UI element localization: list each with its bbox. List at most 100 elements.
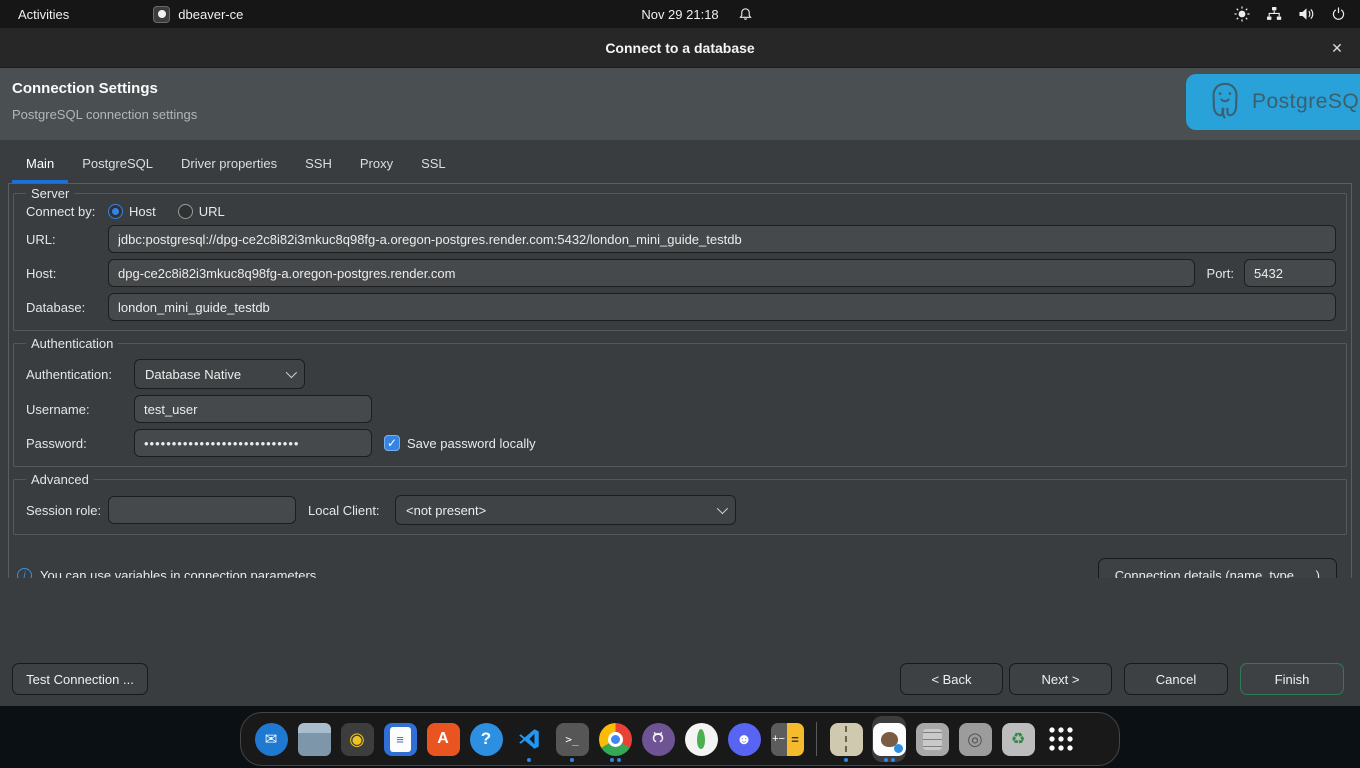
authentication-select[interactable]: Database Native [134,359,305,389]
authentication-group: Authentication Authentication: Database … [13,336,1347,467]
dialog-footer: Test Connection ... < Back Next > Cancel… [0,662,1360,696]
database-input[interactable] [108,293,1336,321]
dock-thunderbird-icon[interactable]: ✉ [254,716,288,762]
local-client-select[interactable]: <not present> [395,495,736,525]
url-row: URL: [26,225,1336,253]
hint-row: i You can use variables in connection pa… [17,558,1343,578]
advanced-group: Advanced Session role: Local Client: <no… [13,472,1347,535]
url-input[interactable] [108,225,1336,253]
hint-text: You can use variables in connection para… [40,568,316,579]
notification-bell-icon[interactable] [738,6,753,22]
dock-chrome-icon[interactable] [598,716,632,762]
volume-icon[interactable] [1298,6,1315,22]
next-button[interactable]: Next > [1009,663,1112,695]
dock-separator [816,722,817,756]
password-label: Password: [26,436,134,451]
dialog-titlebar[interactable]: Connect to a database ✕ [0,28,1360,68]
radio-host-label[interactable]: Host [129,204,156,219]
dock-rhythmbox-icon[interactable]: ◉ [340,716,374,762]
connection-details-button[interactable]: Connection details (name, type, ... ) [1098,558,1337,578]
password-input[interactable] [134,429,372,457]
chevron-down-icon [286,367,297,378]
password-row: Password: ✓ Save password locally [26,429,1336,457]
dock-terminal-icon[interactable]: >_ [555,716,589,762]
network-icon[interactable] [1266,6,1282,22]
port-label: Port: [1207,266,1234,281]
authentication-selected-value: Database Native [145,367,278,382]
radio-url-label[interactable]: URL [199,204,225,219]
test-connection-button[interactable]: Test Connection ... [12,663,148,695]
tab-main[interactable]: Main [12,146,68,183]
dock-app-grid-icon[interactable] [1044,716,1078,762]
dock-mongodb-compass-icon[interactable] [684,716,718,762]
dialog-title: Connect to a database [605,40,754,56]
focused-app-name: dbeaver-ce [178,7,243,22]
dbeaver-app-icon [153,6,170,23]
dock-github-desktop-icon[interactable] [641,716,675,762]
tab-proxy[interactable]: Proxy [346,146,407,183]
port-input[interactable] [1244,259,1336,287]
tab-driver-properties[interactable]: Driver properties [167,146,291,183]
dock-files-icon[interactable] [297,716,331,762]
cancel-button[interactable]: Cancel [1124,663,1228,695]
dock-preferences-icon[interactable] [915,716,949,762]
advanced-group-legend: Advanced [26,472,94,487]
dock-calculator-icon[interactable]: +−= [770,716,804,762]
gnome-top-bar: Activities dbeaver-ce Nov 29 21:18 [0,0,1360,28]
dock-ubuntu-software-icon[interactable]: A [426,716,460,762]
auth-method-row: Authentication: Database Native [26,359,1336,389]
authentication-label: Authentication: [26,367,134,382]
server-group-legend: Server [26,186,74,201]
dock-disks-icon[interactable]: ◎ [958,716,992,762]
info-icon: i [17,568,32,579]
page-title: Connection Settings [12,80,158,97]
host-label: Host: [26,266,108,281]
save-password-checkbox[interactable]: ✓ [384,435,400,451]
database-label: Database: [26,300,108,315]
tab-ssh[interactable]: SSH [291,146,346,183]
url-label: URL: [26,232,108,247]
tab-ssl[interactable]: SSL [407,146,460,183]
dock: ✉ ◉ ≡ A ? >_ ☻ +−= ◎ ♻ [240,712,1120,766]
screen: Activities dbeaver-ce Nov 29 21:18 [0,0,1360,768]
settings-tabs: Main PostgreSQL Driver properties SSH Pr… [0,140,1360,183]
dock-libreoffice-writer-icon[interactable]: ≡ [383,716,417,762]
radio-host[interactable] [108,204,123,219]
power-icon[interactable] [1331,6,1346,22]
host-row: Host: Port: [26,259,1336,287]
desktop-strip: ✉ ◉ ≡ A ? >_ ☻ +−= ◎ ♻ [0,706,1360,768]
dock-vscode-icon[interactable] [512,716,546,762]
dock-trash-icon[interactable]: ♻ [1001,716,1035,762]
brightness-icon[interactable] [1234,6,1250,22]
local-client-label: Local Client: [308,503,395,518]
close-icon[interactable]: ✕ [1326,37,1348,59]
dock-archive-manager-icon[interactable] [829,716,863,762]
activities-button[interactable]: Activities [18,7,69,22]
check-icon: ✓ [387,436,397,450]
page-subtitle: PostgreSQL connection settings [12,107,197,122]
server-group: Server Connect by: Host URL URL: Host: P… [13,186,1347,331]
dock-help-icon[interactable]: ? [469,716,503,762]
focused-app-menu[interactable]: dbeaver-ce [153,6,243,23]
dock-dbeaver-icon[interactable] [872,716,906,762]
connect-by-label: Connect by: [26,204,108,219]
dialog-header: Connection Settings PostgreSQL connectio… [0,68,1360,140]
main-tab-panel: Server Connect by: Host URL URL: Host: P… [8,183,1352,578]
dock-discord-icon[interactable]: ☻ [727,716,761,762]
postgresql-logo-text: PostgreSQL [1252,90,1360,114]
clock[interactable]: Nov 29 21:18 [641,7,718,22]
back-button[interactable]: < Back [900,663,1003,695]
username-label: Username: [26,402,134,417]
host-input[interactable] [108,259,1195,287]
username-input[interactable] [134,395,372,423]
local-client-selected-value: <not present> [406,503,709,518]
database-row: Database: [26,293,1336,321]
session-role-input[interactable] [108,496,296,524]
session-role-label: Session role: [26,503,108,518]
radio-url[interactable] [178,204,193,219]
connect-by-row: Connect by: Host URL [26,204,1336,219]
finish-button[interactable]: Finish [1240,663,1344,695]
tab-postgresql[interactable]: PostgreSQL [68,146,167,183]
save-password-label[interactable]: Save password locally [407,436,536,451]
postgresql-logo: PostgreSQL [1186,74,1360,130]
